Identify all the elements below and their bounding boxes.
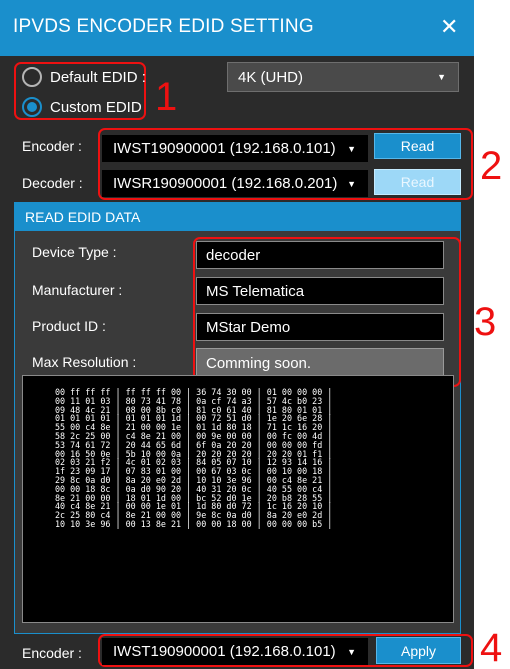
product-id-value: MStar Demo bbox=[196, 313, 444, 341]
default-edid-label: Default EDID : bbox=[50, 68, 146, 86]
callout-number-4: 4 bbox=[480, 626, 503, 669]
manufacturer-label: Manufacturer : bbox=[32, 282, 123, 298]
title-bar: IPVDS ENCODER EDID SETTING ✕ bbox=[0, 0, 474, 56]
chevron-down-icon: ▼ bbox=[437, 72, 446, 82]
chevron-down-icon: ▼ bbox=[347, 646, 356, 657]
apply-button[interactable]: Apply bbox=[376, 637, 461, 664]
manufacturer-value: MS Telematica bbox=[196, 277, 444, 305]
read-edid-header-text: READ EDID DATA bbox=[25, 209, 141, 225]
decoder-label: Decoder : bbox=[22, 175, 83, 191]
decoder-select[interactable]: IWSR190900001 (192.168.0.201) ▼ bbox=[102, 170, 368, 197]
decoder-select-value: IWSR190900001 (192.168.0.201) bbox=[113, 175, 338, 192]
chevron-down-icon: ▼ bbox=[347, 178, 356, 189]
custom-edid-radio[interactable]: Custom EDID bbox=[22, 97, 142, 117]
apply-encoder-select-value: IWST190900001 (192.168.0.101) bbox=[113, 643, 336, 660]
read-encoder-button[interactable]: Read bbox=[374, 133, 461, 159]
close-icon[interactable]: ✕ bbox=[440, 14, 458, 40]
default-edid-select-value: 4K (UHD) bbox=[238, 68, 304, 86]
apply-encoder-select[interactable]: IWST190900001 (192.168.0.101) ▼ bbox=[102, 638, 368, 665]
encoder-select-value: IWST190900001 (192.168.0.101) bbox=[113, 140, 336, 157]
hex-line: 10 10 3e 96 | 00 13 8e 21 | 00 00 18 00 … bbox=[55, 518, 333, 529]
read-edid-header: READ EDID DATA bbox=[15, 203, 460, 231]
default-edid-select[interactable]: 4K (UHD) ▼ bbox=[227, 62, 459, 92]
encoder-label: Encoder : bbox=[22, 138, 82, 154]
read-decoder-button[interactable]: Read bbox=[374, 169, 461, 195]
custom-edid-label: Custom EDID bbox=[50, 98, 142, 116]
radio-circle bbox=[22, 67, 42, 87]
edid-hex-dump: 00 ff ff ff | ff ff ff 00 | 36 74 30 00 … bbox=[22, 375, 454, 623]
apply-encoder-label: Encoder : bbox=[22, 645, 82, 661]
encoder-select[interactable]: IWST190900001 (192.168.0.101) ▼ bbox=[102, 135, 368, 162]
callout-number-2: 2 bbox=[480, 144, 503, 188]
callout-number-3: 3 bbox=[474, 300, 497, 344]
device-type-label: Device Type : bbox=[32, 244, 117, 260]
chevron-down-icon: ▼ bbox=[347, 143, 356, 154]
device-type-value: decoder bbox=[196, 241, 444, 269]
radio-circle-selected bbox=[22, 97, 42, 117]
default-edid-radio[interactable]: Default EDID : bbox=[22, 67, 146, 87]
max-resolution-label: Max Resolution : bbox=[32, 354, 137, 370]
window-title: IPVDS ENCODER EDID SETTING bbox=[13, 16, 314, 37]
product-id-label: Product ID : bbox=[32, 318, 106, 334]
edid-setting-dialog: IPVDS ENCODER EDID SETTING ✕ 1 Default E… bbox=[0, 0, 502, 669]
max-resolution-value: Comming soon. bbox=[196, 348, 444, 378]
callout-number-1: 1 bbox=[155, 75, 178, 119]
